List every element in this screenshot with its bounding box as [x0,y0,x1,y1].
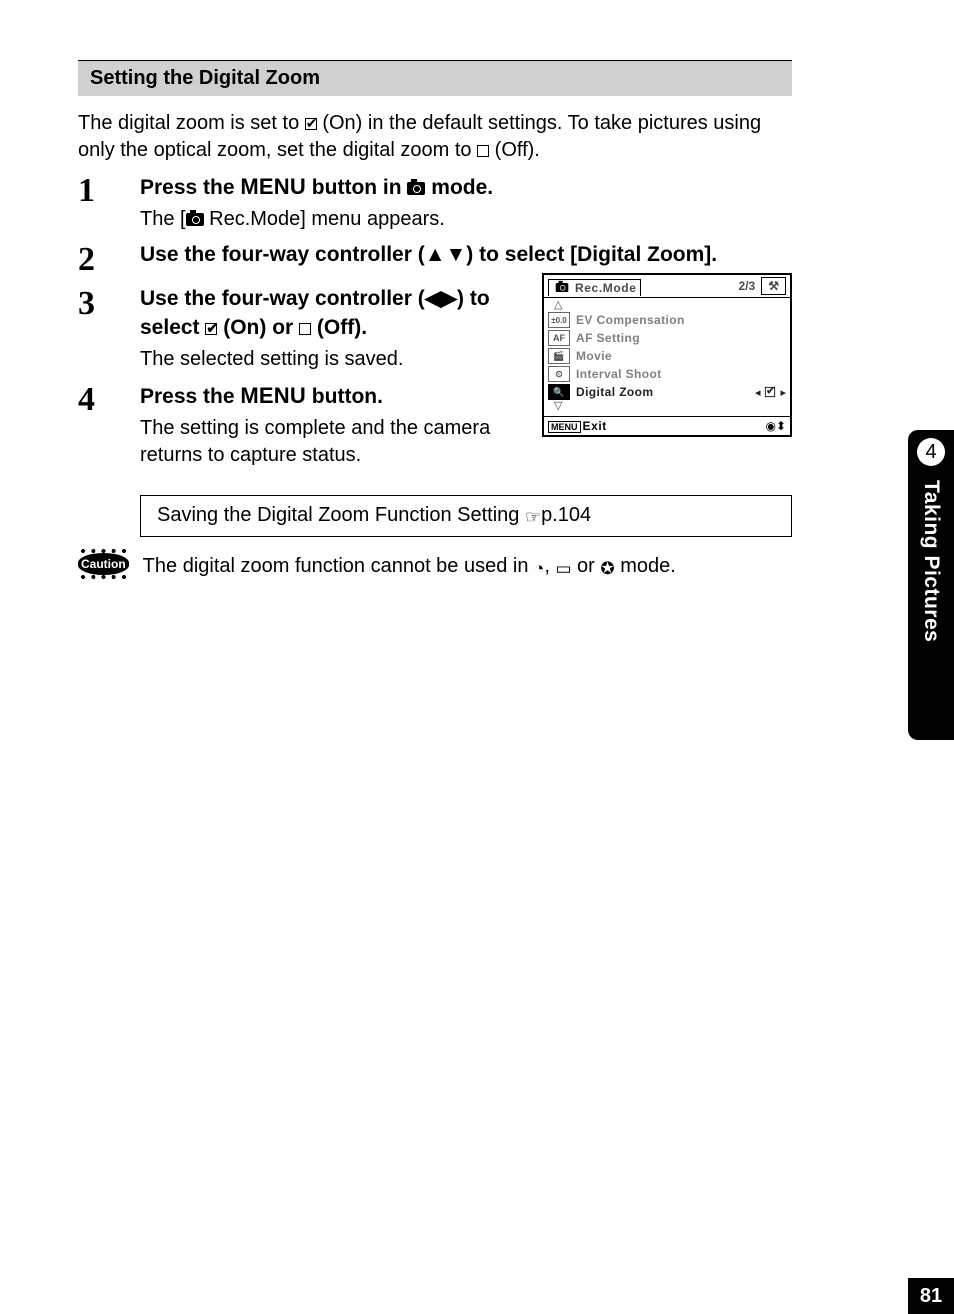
step-title-b: button. [306,385,383,408]
camera-icon [407,182,425,195]
step-title: Use the four-way controller (▲▼) to sele… [140,241,792,269]
step-title: Press the MENU button in mode. [140,172,792,202]
step-1: 1 Press the MENU button in mode. The [ R… [78,172,792,233]
step-2: 2 Use the four-way controller (▲▼) to se… [78,241,792,277]
step-title-a: Press the [140,385,240,408]
lcd-row-interval: ⏲ Interval Shoot [548,365,786,383]
step-sub-a: The [ [140,208,186,230]
zoom-icon: 🔍 [548,384,570,400]
lcd-row-movie: 🎬 Movie [548,347,786,365]
step-number: 3 [78,285,140,321]
movie-icon: 🎬 [548,348,570,364]
step-title-c: mode. [425,176,493,199]
intro-text-a: The digital zoom is set to [78,112,305,134]
checkbox-off-icon [299,323,311,335]
lcd-tab-setup: ⚒ [761,277,786,295]
caution-text: The digital zoom function cannot be used… [143,553,676,579]
section-header: Setting the Digital Zoom [78,60,792,96]
lcd-exit-label: Exit [583,419,607,433]
frame-icon: ▭ [555,559,571,579]
checkbox-on-icon [305,118,317,130]
step-title-b: (On) or [217,316,299,339]
lcd-row-digital-zoom: 🔍 Digital Zoom ◂ ▸ [548,383,786,401]
caution-note: Caution The digital zoom function cannot… [78,553,792,579]
step-title: Use the four-way controller (◀▶) to sele… [140,285,524,342]
chapter-title: Taking Pictures [919,480,943,642]
menu-word: MENU [240,383,306,408]
tools-icon: ⚒ [768,279,779,293]
step-number: 1 [78,172,140,208]
scroll-down-icon: ▽ [548,401,786,412]
ok-nav-icon: ◉⬍ [765,419,786,433]
ev-icon: ±0.0 [548,312,570,328]
step-sub: The setting is complete and the camera r… [140,415,524,469]
lcd-label: Interval Shoot [576,367,786,381]
intro-text-c: (Off). [489,139,540,161]
lcd-page-indicator: 2/3 [739,279,756,293]
lcd-label: AF Setting [576,331,786,345]
lcd-label: Movie [576,349,786,363]
menu-word: MENU [240,174,306,199]
ref-page: p.104 [541,504,591,526]
chapter-tab: 4 Taking Pictures [908,430,954,740]
checkbox-on-icon [205,323,217,335]
movie-mode-icon: ◔ [534,559,544,579]
left-arrow-icon: ◂ [755,386,761,399]
caution-a: The digital zoom function cannot be used… [143,555,534,577]
step-title-c: (Off). [311,316,367,339]
lcd-tab-rec: Rec.Mode [548,279,641,296]
lcd-screenshot: Rec.Mode 2/3 ⚒ △ ±0.0 EV Compensation AF… [542,273,792,437]
voice-mode-icon: ✪ [600,559,614,579]
af-icon: AF [548,330,570,346]
step-title-b: button in [306,176,407,199]
checkbox-off-icon [477,145,489,157]
step-3: 3 Use the four-way controller (◀▶) to se… [78,285,524,373]
step-title: Press the MENU button. [140,381,524,411]
lcd-value: ◂ ▸ [755,386,786,399]
intro-paragraph: The digital zoom is set to (On) in the d… [78,110,792,164]
hand-pointer-icon: ☞ [525,507,541,527]
checkbox-on-icon [765,387,775,397]
lcd-row-ev: ±0.0 EV Compensation [548,311,786,329]
lcd-title: Rec.Mode [575,281,636,295]
step-sub: The selected setting is saved. [140,346,524,373]
caution-c: or [572,555,601,577]
camera-icon [186,213,204,226]
camera-icon [556,283,569,292]
step-number: 2 [78,241,140,277]
step-title-a: Press the [140,176,240,199]
step-sub: The [ Rec.Mode] menu appears. [140,206,792,233]
lcd-label: EV Compensation [576,313,786,327]
page-number: 81 [908,1278,954,1314]
caution-d: mode. [615,555,676,577]
right-arrow-icon: ▸ [780,386,786,399]
step-sub-b: Rec.Mode] menu appears. [204,208,445,230]
ref-text: Saving the Digital Zoom Function Setting [157,504,525,526]
menu-button-label: MENU [548,421,581,433]
reference-box: Saving the Digital Zoom Function Setting… [140,495,792,537]
caution-b: , [544,555,555,577]
lcd-label: Digital Zoom [576,385,749,399]
interval-icon: ⏲ [548,366,570,382]
lcd-row-af: AF AF Setting [548,329,786,347]
step-number: 4 [78,381,140,417]
chapter-number: 4 [917,438,945,466]
caution-badge-icon: Caution [78,553,129,575]
step-4: 4 Press the MENU button. The setting is … [78,381,524,469]
scroll-up-icon: △ [548,300,786,311]
